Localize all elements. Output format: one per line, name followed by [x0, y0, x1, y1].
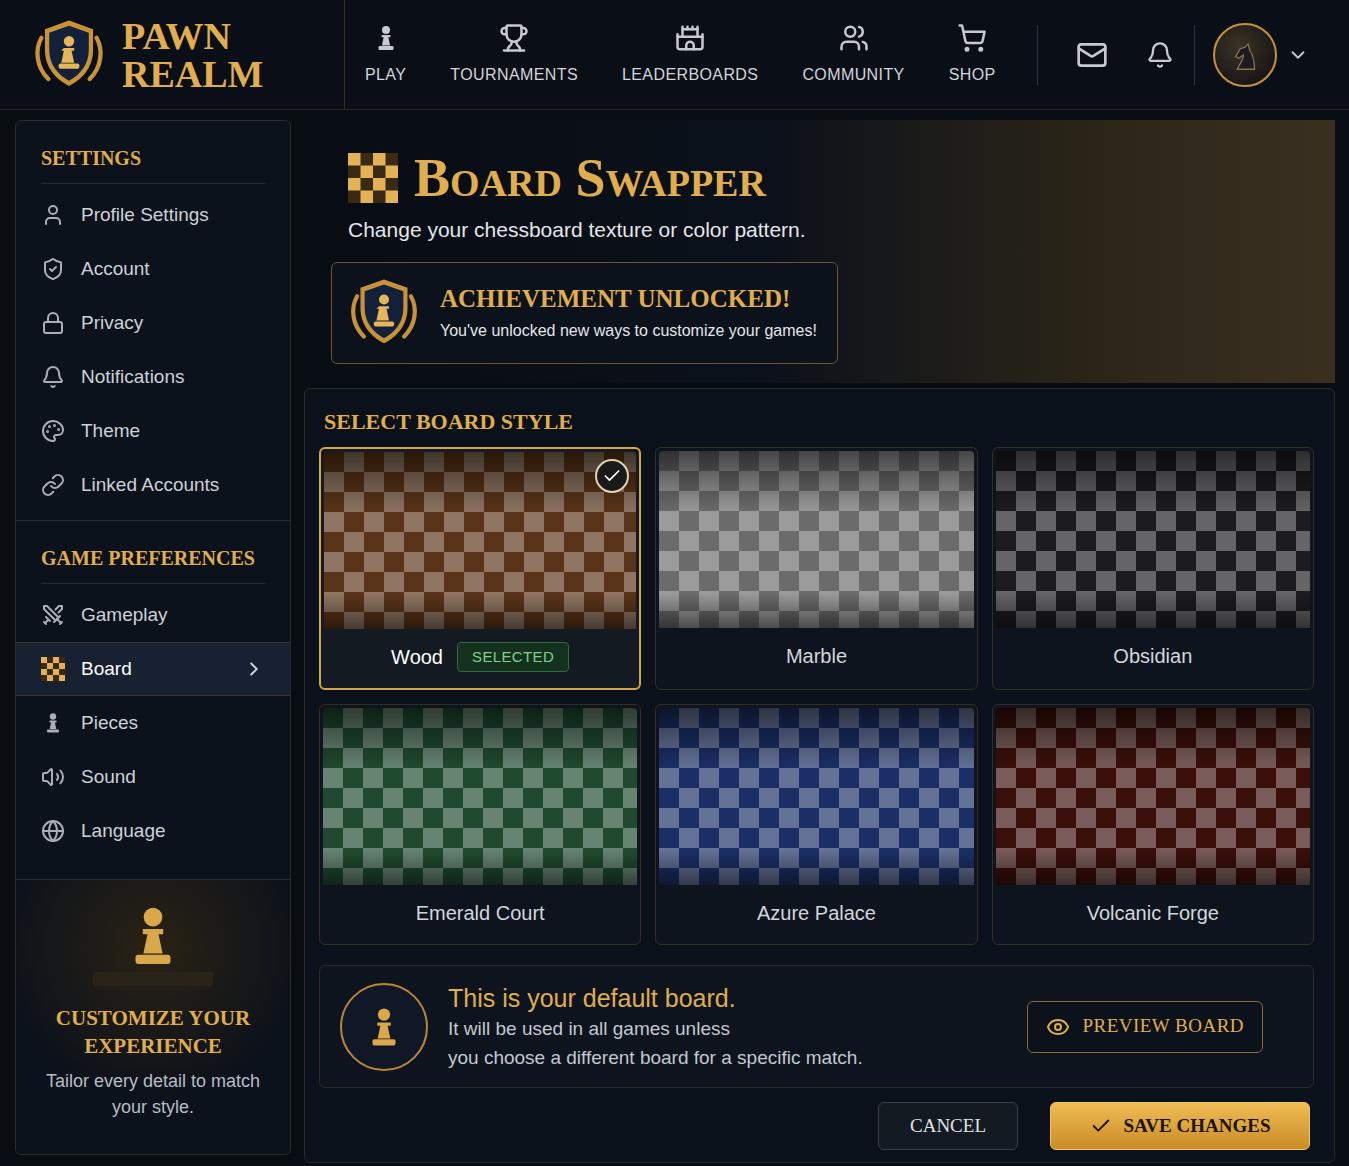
sidebar-item[interactable]: Sound — [16, 750, 290, 804]
nav-item[interactable]: COMMUNITY — [784, 23, 922, 87]
nav-item[interactable]: TOURNAMENTS — [432, 23, 596, 87]
chevron-right-icon — [243, 658, 265, 680]
pawn-icon — [41, 711, 65, 735]
logo-line: REALM — [122, 55, 263, 93]
mail-icon — [1076, 39, 1108, 71]
section-heading: GAME PREFERENCES — [41, 543, 265, 584]
sidebar-item[interactable]: Privacy — [16, 296, 290, 350]
sidebar-item[interactable]: Account — [16, 242, 290, 296]
sidebar-item[interactable]: Pieces — [16, 696, 290, 750]
nav-item[interactable]: LEADERBOARDS — [604, 23, 776, 87]
pawn-badge — [340, 983, 428, 1071]
board-preview — [659, 451, 973, 628]
section-heading: SELECT BOARD STYLE — [319, 407, 1314, 437]
pawn-icon — [371, 23, 401, 53]
info-text: It will be used in all games unless — [448, 1014, 1007, 1043]
info-title: This is your default board. — [448, 982, 1007, 1014]
checkerboard-icon — [41, 657, 65, 681]
board-preview — [659, 708, 973, 885]
checkerboard-icon — [348, 153, 398, 203]
board-name: Emerald Court — [416, 898, 545, 928]
selected-badge: SELECTED — [457, 642, 569, 673]
pedestal — [93, 972, 213, 986]
default-board-info: This is your default board.It will be us… — [319, 965, 1314, 1088]
board-grid: Wood SELECTED Marble Obsidian Emerald Court A… — [319, 447, 1314, 945]
nav-item[interactable]: PLAY — [347, 23, 424, 87]
page-title: Board Swapper — [414, 146, 766, 210]
sidebar-item[interactable]: Board — [16, 642, 290, 696]
board-settings: Board Swapper Change your chessboard text… — [304, 120, 1335, 1155]
eye-icon — [1046, 1015, 1070, 1039]
board-name: Volcanic Forge — [1087, 898, 1219, 928]
board-card[interactable]: Azure Palace — [655, 704, 977, 945]
main-nav: PLAYTOURNAMENTSLEADERBOARDSCOMMUNITYSHOP — [347, 23, 1014, 87]
settings-sidebar: SETTINGSProfile SettingsAccountPrivacyNo… — [15, 120, 291, 1155]
board-card[interactable]: Obsidian — [992, 447, 1314, 690]
nav-item[interactable]: SHOP — [931, 23, 1014, 87]
board-preview — [323, 708, 637, 885]
divider — [1194, 25, 1195, 85]
sidebar-item[interactable]: Notifications — [16, 350, 290, 404]
sidebar-item[interactable]: Gameplay — [16, 588, 290, 642]
knight-icon — [1226, 36, 1264, 74]
promo-pawn-icon — [118, 896, 188, 976]
shield-badge-icon — [342, 271, 426, 355]
hero: Board Swapper Change your chessboard text… — [304, 120, 1335, 383]
shield-badge-icon — [26, 12, 112, 98]
sidebar-section: SETTINGSProfile SettingsAccountPrivacyNo… — [16, 121, 290, 512]
board-card[interactable]: Volcanic Forge — [992, 704, 1314, 945]
achievement-banner: ACHIEVEMENT UNLOCKED! You've unlocked new… — [331, 262, 838, 364]
save-changes-button[interactable]: SAVE CHANGES — [1050, 1102, 1310, 1150]
check-icon — [602, 466, 622, 486]
section-heading: SETTINGS — [41, 143, 265, 184]
board-preview — [996, 451, 1310, 628]
board-name: Marble — [786, 641, 847, 671]
board-name: Azure Palace — [757, 898, 876, 928]
board-name: Wood — [391, 642, 443, 672]
achievement-text: You've unlocked new ways to customize yo… — [440, 319, 817, 343]
sidebar-item[interactable]: Theme — [16, 404, 290, 458]
logo[interactable]: PAWNREALM — [0, 0, 345, 109]
bell-icon — [1146, 41, 1174, 69]
promo-title: CUSTOMIZE YOUR EXPERIENCE — [36, 1004, 270, 1060]
check-icon — [1090, 1115, 1112, 1137]
sidebar-section: GAME PREFERENCESGameplayBoardPiecesSound… — [16, 520, 290, 858]
page-subtitle: Change your chessboard texture or color … — [348, 214, 1291, 246]
board-card[interactable]: Emerald Court — [319, 704, 641, 945]
sidebar-item[interactable]: Linked Accounts — [16, 458, 290, 512]
board-preview — [324, 452, 636, 629]
customize-promo: CUSTOMIZE YOUR EXPERIENCE Tailor every de… — [16, 879, 290, 1154]
info-text: you choose a different board for a speci… — [448, 1043, 1007, 1072]
board-card[interactable]: Wood SELECTED — [319, 447, 641, 690]
app: PAWNREALMPLAYTOURNAMENTSLEADERBOARDSCOMM… — [0, 0, 1349, 1166]
board-card[interactable]: Marble — [655, 447, 977, 690]
board-preview — [996, 708, 1310, 885]
notifications-button[interactable] — [1146, 41, 1194, 69]
top-bar: PAWNREALMPLAYTOURNAMENTSLEADERBOARDSCOMM… — [0, 0, 1349, 110]
board-style-panel: SELECT BOARD STYLE Wood SELECTED Marble Obsi… — [304, 388, 1335, 1163]
user-avatar[interactable] — [1213, 23, 1277, 87]
preview-board-button[interactable]: PREVIEW BOARD — [1027, 1001, 1263, 1053]
pawn-icon — [361, 1001, 407, 1053]
sidebar-item[interactable]: Language — [16, 804, 290, 858]
messages-button[interactable] — [1038, 39, 1146, 71]
cancel-button[interactable]: CANCEL — [878, 1102, 1018, 1150]
board-name: Obsidian — [1113, 641, 1192, 671]
sidebar-item[interactable]: Profile Settings — [16, 188, 290, 242]
promo-text: Tailor every detail to match your style. — [36, 1068, 270, 1120]
achievement-title: ACHIEVEMENT UNLOCKED! — [440, 283, 817, 315]
logo-line: PAWN — [122, 17, 263, 55]
chevron-down-icon — [1287, 44, 1309, 66]
